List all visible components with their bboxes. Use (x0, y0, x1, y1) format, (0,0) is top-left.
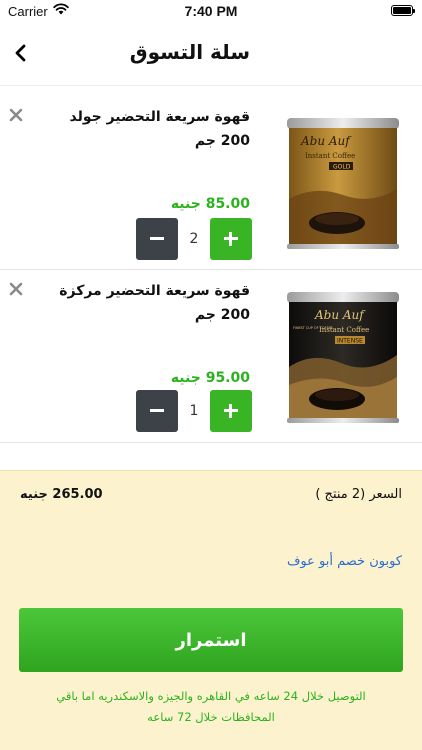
quantity-value: 1 (189, 403, 199, 419)
price-label: السعر (2 منتج ) (315, 487, 402, 502)
close-icon (9, 282, 23, 296)
quantity-value: 2 (189, 231, 199, 247)
variant-text: INTENSE (337, 338, 363, 345)
status-bar: Carrier 7:40 PM (0, 0, 422, 22)
minus-icon (150, 237, 164, 240)
decrease-quantity-button[interactable] (136, 390, 178, 432)
brand-text: Abu Auf (300, 134, 352, 148)
cart-item: Abu Auf Instant Coffee INTENSE FINEST CU… (0, 271, 422, 443)
brand-text: Abu Auf (314, 308, 366, 322)
close-icon (9, 108, 23, 122)
total-price: 265.00 جنيه (20, 487, 103, 502)
cart-item: Abu Auf Instant Coffee GOLD قهوة سريعة ا… (0, 97, 422, 270)
cart-summary: السعر (2 منتج ) 265.00 جنيه كوبون خصم أب… (0, 470, 422, 750)
minus-icon (150, 409, 164, 412)
continue-button[interactable]: استمرار (19, 608, 403, 672)
decrease-quantity-button[interactable] (136, 218, 178, 260)
page-title: سلة التسوق (129, 40, 250, 64)
product-price: 85.00 جنيه (170, 196, 250, 212)
back-button[interactable] (8, 38, 36, 68)
product-price: 95.00 جنيه (170, 370, 250, 386)
product-image: Abu Auf Instant Coffee GOLD (287, 118, 399, 249)
delivery-note: التوصيل خلال 24 ساعه في القاهره والجيزه … (56, 689, 366, 724)
product-image: Abu Auf Instant Coffee INTENSE FINEST CU… (287, 292, 399, 423)
subtitle-text: Instant Coffee (305, 152, 355, 160)
clock: 7:40 PM (184, 3, 238, 19)
chevron-left-icon (15, 44, 26, 62)
remove-item-button[interactable] (8, 281, 24, 297)
battery-icon (391, 5, 415, 16)
coupon-link[interactable]: كوبون خصم أبو عوف (287, 554, 402, 569)
product-name: قهوة سريعة التحضير مركزة 200 جم (59, 283, 250, 323)
remove-item-button[interactable] (8, 107, 24, 123)
variant-text: GOLD (333, 164, 351, 171)
increase-quantity-button[interactable] (210, 218, 252, 260)
increase-quantity-button[interactable] (210, 390, 252, 432)
note-text: FINEST CUP OF COFFEE (293, 326, 333, 330)
nav-header: سلة التسوق (0, 22, 422, 86)
product-name: قهوة سريعة التحضير جولد 200 جم (69, 109, 251, 149)
